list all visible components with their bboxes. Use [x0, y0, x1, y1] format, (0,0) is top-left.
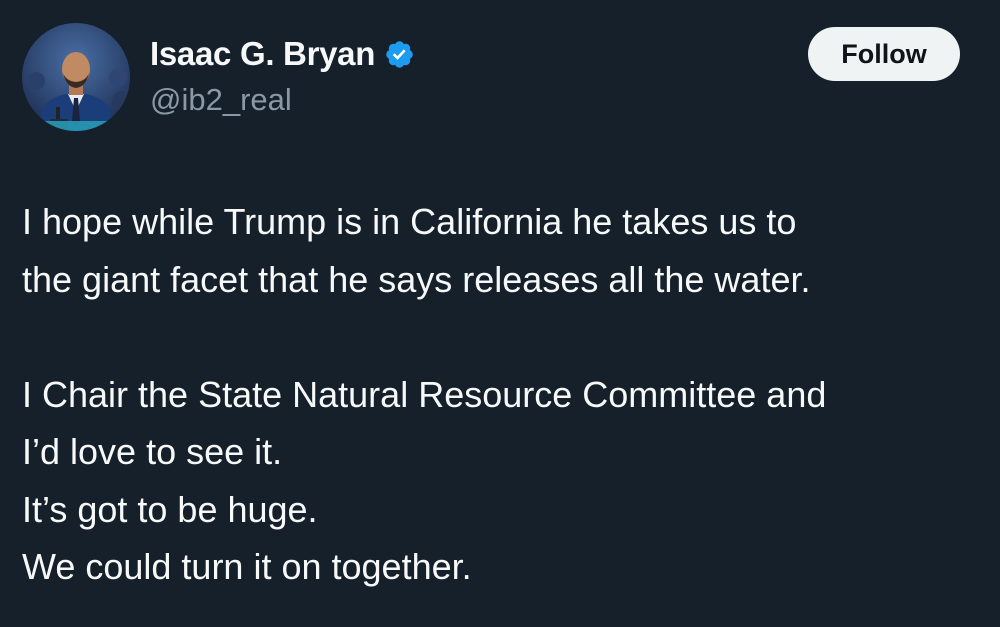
author-name-row: Isaac G. Bryan [150, 34, 415, 74]
author-display-name[interactable]: Isaac G. Bryan [150, 35, 375, 73]
tweet-text-line: We could turn it on together. [22, 546, 472, 587]
author-avatar[interactable] [22, 23, 130, 131]
tweet-text-line: I’d love to see it. [22, 431, 283, 472]
author-handle[interactable]: @ib2_real [150, 82, 292, 118]
tweet-text-line: I hope while Trump is in California he t… [22, 201, 797, 242]
tweet-card: Isaac G. Bryan @ib2_real Follow I hope w… [0, 0, 1000, 627]
tweet-text-line: It’s got to be huge. [22, 488, 318, 530]
tweet-text: I hope while Trump is in California he t… [22, 193, 982, 596]
follow-button[interactable]: Follow [808, 27, 960, 81]
tweet-text-line: the giant facet that he says releases al… [22, 258, 811, 300]
tweet-text-line: I Chair the State Natural Resource Commi… [22, 373, 827, 415]
avatar-photo-icon [22, 23, 130, 131]
verified-badge-icon[interactable] [384, 39, 415, 70]
